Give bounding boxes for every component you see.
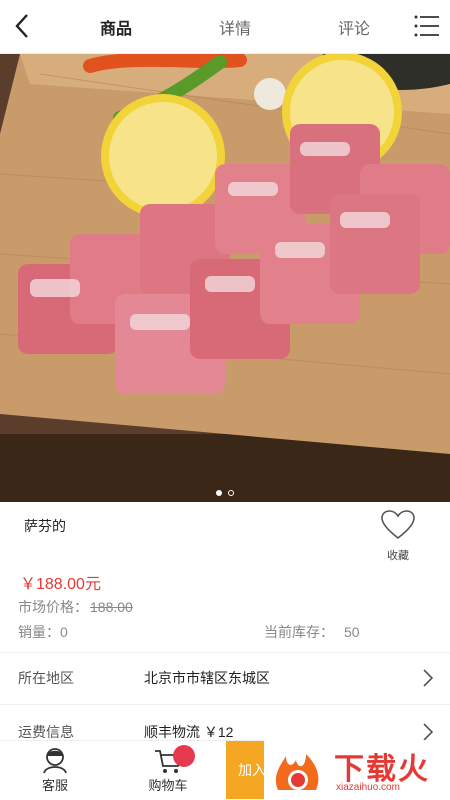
stock-label: 当前库存： bbox=[264, 624, 334, 640]
favorite-button[interactable]: 收藏 bbox=[376, 510, 420, 563]
add-to-cart-label: 加入 bbox=[238, 762, 266, 778]
chevron-right-icon bbox=[423, 723, 434, 741]
watermark-site: xiazaihuo.com bbox=[336, 782, 400, 793]
chevron-right-icon bbox=[423, 669, 434, 687]
sales-count: 销量：0 bbox=[18, 622, 68, 642]
flame-logo bbox=[275, 754, 319, 790]
market-price-value: 188.00 bbox=[90, 599, 133, 615]
sales-label: 销量： bbox=[18, 624, 60, 640]
tab-group: 商品 详情 评论 bbox=[90, 0, 380, 54]
menu-button[interactable] bbox=[414, 14, 440, 38]
region-label: 所在地区 bbox=[18, 670, 74, 686]
carousel-indicator bbox=[0, 490, 450, 496]
chevron-left-icon bbox=[15, 14, 28, 38]
customer-service-label: 客服 bbox=[41, 778, 68, 793]
heart-icon bbox=[381, 510, 415, 540]
region-row[interactable]: 所在地区 北京市市辖区东城区 bbox=[0, 656, 450, 700]
product-photo bbox=[0, 54, 450, 502]
shipping-value: 顺丰物流 ￥12 bbox=[144, 724, 234, 740]
list-menu-icon bbox=[414, 15, 439, 37]
watermark: 下载火 xiazaihuo.com bbox=[264, 740, 450, 800]
customer-service-button[interactable]: 客服 bbox=[20, 745, 90, 794]
shipping-label: 运费信息 bbox=[18, 724, 74, 740]
tab-reviews[interactable]: 评论 bbox=[338, 15, 370, 39]
stock-count: 当前库存： 50 bbox=[264, 622, 360, 642]
top-nav-bar: 商品 详情 评论 bbox=[0, 0, 450, 54]
cart-button[interactable]: 购物车 bbox=[133, 745, 203, 794]
cart-badge bbox=[173, 745, 195, 767]
market-price: 市场价格： 188.00 bbox=[18, 597, 133, 617]
tab-details[interactable]: 详情 bbox=[219, 15, 251, 39]
market-price-label: 市场价格： bbox=[18, 599, 88, 615]
stock-value: 50 bbox=[344, 624, 360, 640]
customer-service-icon bbox=[43, 748, 67, 774]
divider bbox=[0, 652, 450, 653]
product-name: 萨芬的 bbox=[24, 518, 66, 534]
region-value: 北京市市辖区东城区 bbox=[144, 670, 270, 686]
back-button[interactable] bbox=[10, 12, 34, 40]
carousel-dot[interactable] bbox=[228, 490, 234, 496]
favorite-label: 收藏 bbox=[387, 550, 409, 562]
tab-product[interactable]: 商品 bbox=[100, 15, 132, 39]
divider bbox=[0, 704, 450, 705]
sales-value: 0 bbox=[60, 624, 68, 640]
carousel-dot-active[interactable] bbox=[216, 490, 222, 496]
product-price: ￥188.00元 bbox=[20, 576, 101, 593]
cart-label: 购物车 bbox=[148, 778, 188, 793]
product-image-carousel[interactable] bbox=[0, 54, 450, 502]
